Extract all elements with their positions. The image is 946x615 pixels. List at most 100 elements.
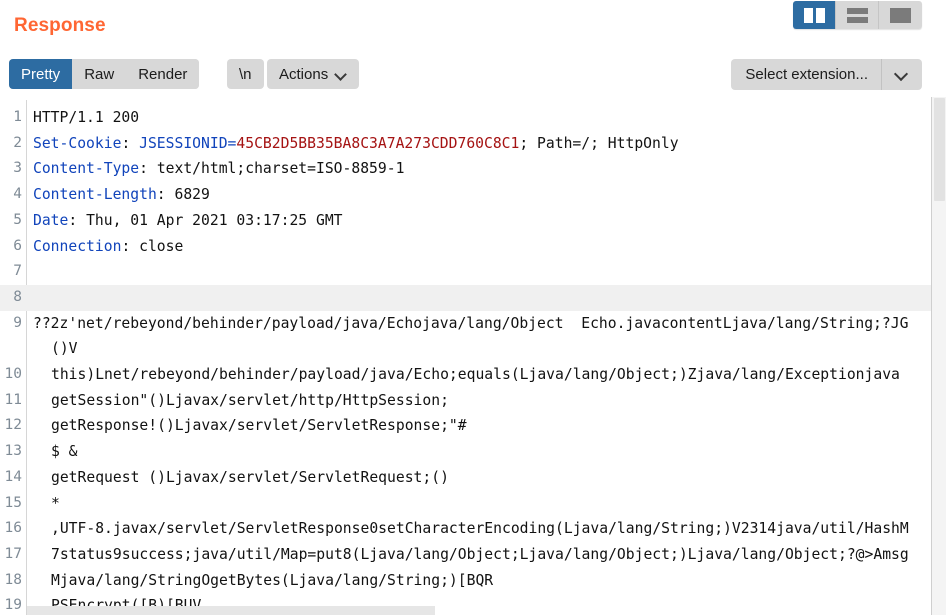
line-content: Date: Thu, 01 Apr 2021 03:17:25 GMT <box>26 208 946 234</box>
line-content: Set-Cookie: JSESSIONID=45CB2D5BB35BA8C3A… <box>26 131 946 157</box>
line-number: 8 <box>13 288 22 305</box>
header-colon: : <box>121 134 140 152</box>
line-content: getSession"()Ljavax/servlet/http/HttpSes… <box>51 391 449 409</box>
single-pane-icon <box>890 7 911 23</box>
header-name: Connection <box>33 237 122 255</box>
line-number: 1 <box>13 109 22 125</box>
tab-raw[interactable]: Raw <box>72 59 127 89</box>
cookie-name: JSESSIONID= <box>139 134 237 152</box>
layout-toggle-group[interactable] <box>793 1 922 29</box>
stacked-layout-button[interactable] <box>836 1 879 29</box>
actions-menu-group[interactable]: Actions <box>267 59 360 89</box>
response-toolbar: Pretty Raw Render \n Actions Select exte… <box>0 52 946 97</box>
view-mode-group[interactable]: Pretty Raw Render <box>9 59 200 89</box>
line-content: $ & <box>51 443 78 461</box>
code-line: 15 * <box>0 491 946 517</box>
code-line: 16 ,UTF-8.javax/servlet/ServletResponse0… <box>0 516 946 542</box>
horizontal-scrollbar-thumb[interactable] <box>27 606 435 615</box>
code-line: 7 <box>0 259 946 285</box>
line-content: ??2z'net/rebeyond/behinder/payload/java/… <box>33 314 909 332</box>
line-number: 5 <box>13 211 22 228</box>
code-line: 5 Date: Thu, 01 Apr 2021 03:17:25 GMT <box>0 208 946 234</box>
line-number: 19 <box>4 597 22 614</box>
line-number: 16 <box>4 520 22 537</box>
code-line-continuation: ()V <box>0 336 946 362</box>
line-number: 17 <box>4 545 22 562</box>
tab-render[interactable]: Render <box>126 59 200 89</box>
line-number: 7 <box>13 263 22 280</box>
line-content: this)Lnet/rebeyond/behinder/payload/java… <box>51 366 900 384</box>
code-line: 17 7status9success;java/util/Map=put8(Lj… <box>0 542 946 568</box>
page-title: Response <box>14 15 106 36</box>
cookie-attributes: ; Path=/; HttpOnly <box>519 134 679 152</box>
line-number: 14 <box>4 468 22 485</box>
header-value: close <box>139 237 184 255</box>
newline-toggle-group[interactable]: \n <box>227 59 264 89</box>
header-name: Set-Cookie <box>33 134 122 152</box>
code-line: 2 Set-Cookie: JSESSIONID=45CB2D5BB35BA8C… <box>0 131 946 157</box>
code-line: 11 getSession"()Ljavax/servlet/http/Http… <box>0 388 946 414</box>
line-content: getResponse!()Ljavax/servlet/ServletResp… <box>51 417 467 435</box>
line-content: 7status9success;java/util/Map=put8(Ljava… <box>51 545 909 563</box>
line-number: 3 <box>13 160 22 177</box>
actions-label: Actions <box>279 65 329 83</box>
header-value: 6829 <box>174 186 210 204</box>
vertical-scrollbar-thumb[interactable] <box>934 98 945 201</box>
header-value: text/html;charset=ISO-8859-1 <box>156 160 405 178</box>
code-line: 10 this)Lnet/rebeyond/behinder/payload/j… <box>0 362 946 388</box>
tab-pretty[interactable]: Pretty <box>9 59 73 89</box>
code-line: 6 Connection: close <box>0 234 946 260</box>
side-by-side-layout-button[interactable] <box>793 1 836 29</box>
line-content: ()V <box>51 340 78 358</box>
cookie-value: 45CB2D5BB35BA8C3A7A273CDD760C8C1 <box>236 134 520 152</box>
header-name: Content-Type <box>33 160 140 178</box>
header-name: Date <box>33 211 69 229</box>
code-line: 3 Content-Type: text/html;charset=ISO-88… <box>0 156 946 182</box>
line-number: 10 <box>4 366 22 383</box>
response-panel: Response Pretty Raw Render \n Actions Se… <box>0 0 946 615</box>
actions-button[interactable]: Actions <box>267 59 360 89</box>
code-line: 4 Content-Length: 6829 <box>0 182 946 208</box>
chevron-down-icon <box>336 69 347 80</box>
split-horizontal-icon <box>846 7 868 23</box>
header-value: Thu, 01 Apr 2021 03:17:25 GMT <box>86 211 343 229</box>
response-editor[interactable]: 1 HTTP/1.1 200 2 Set-Cookie: JSESSIONID=… <box>0 100 946 615</box>
line-content: Mjava/lang/StringOgetBytes(Ljava/lang/St… <box>51 571 494 589</box>
line-content: Content-Length: 6829 <box>26 182 946 208</box>
line-number: 18 <box>4 571 22 588</box>
line-number: 6 <box>13 237 22 254</box>
chevron-down-icon <box>896 68 909 81</box>
code-line: 14 getRequest ()Ljavax/servlet/ServletRe… <box>0 465 946 491</box>
header-colon: : <box>139 160 157 178</box>
code-line: 1 HTTP/1.1 200 <box>0 105 946 131</box>
vertical-scrollbar[interactable] <box>931 97 946 615</box>
line-content: HTTP/1.1 200 <box>33 109 140 126</box>
code-line: 9 ??2z'net/rebeyond/behinder/payload/jav… <box>0 311 946 337</box>
toggle-newline[interactable]: \n <box>227 59 264 89</box>
line-number: 4 <box>13 186 22 203</box>
line-number: 9 <box>13 314 22 331</box>
header-colon: : <box>68 211 87 229</box>
line-content: getRequest ()Ljavax/servlet/ServletReque… <box>51 468 449 486</box>
line-content: Content-Type: text/html;charset=ISO-8859… <box>26 156 946 182</box>
code-line: 18 Mjava/lang/StringOgetBytes(Ljava/lang… <box>0 568 946 594</box>
header-colon: : <box>121 237 140 255</box>
line-number: 15 <box>4 494 22 511</box>
extension-select-arrow[interactable] <box>882 59 922 90</box>
response-code: 1 HTTP/1.1 200 2 Set-Cookie: JSESSIONID=… <box>0 105 946 615</box>
extension-select-value: Select extension... <box>731 59 882 90</box>
line-number: 13 <box>4 443 22 460</box>
header-name: Content-Length <box>33 186 157 204</box>
single-pane-layout-button[interactable] <box>879 1 922 29</box>
line-content: Connection: close <box>26 234 946 260</box>
line-number: 12 <box>4 417 22 434</box>
header-colon: : <box>156 186 175 204</box>
line-content: ,UTF-8.javax/servlet/ServletResponse0set… <box>51 520 909 538</box>
toolbar-divider <box>0 96 931 97</box>
line-number: 11 <box>4 391 22 408</box>
code-line-highlighted: 8 <box>0 284 946 311</box>
code-line: 13 $ & <box>0 439 946 465</box>
panel-header: Response <box>0 0 946 52</box>
line-number: 2 <box>13 134 22 151</box>
extension-select[interactable]: Select extension... <box>731 59 922 90</box>
